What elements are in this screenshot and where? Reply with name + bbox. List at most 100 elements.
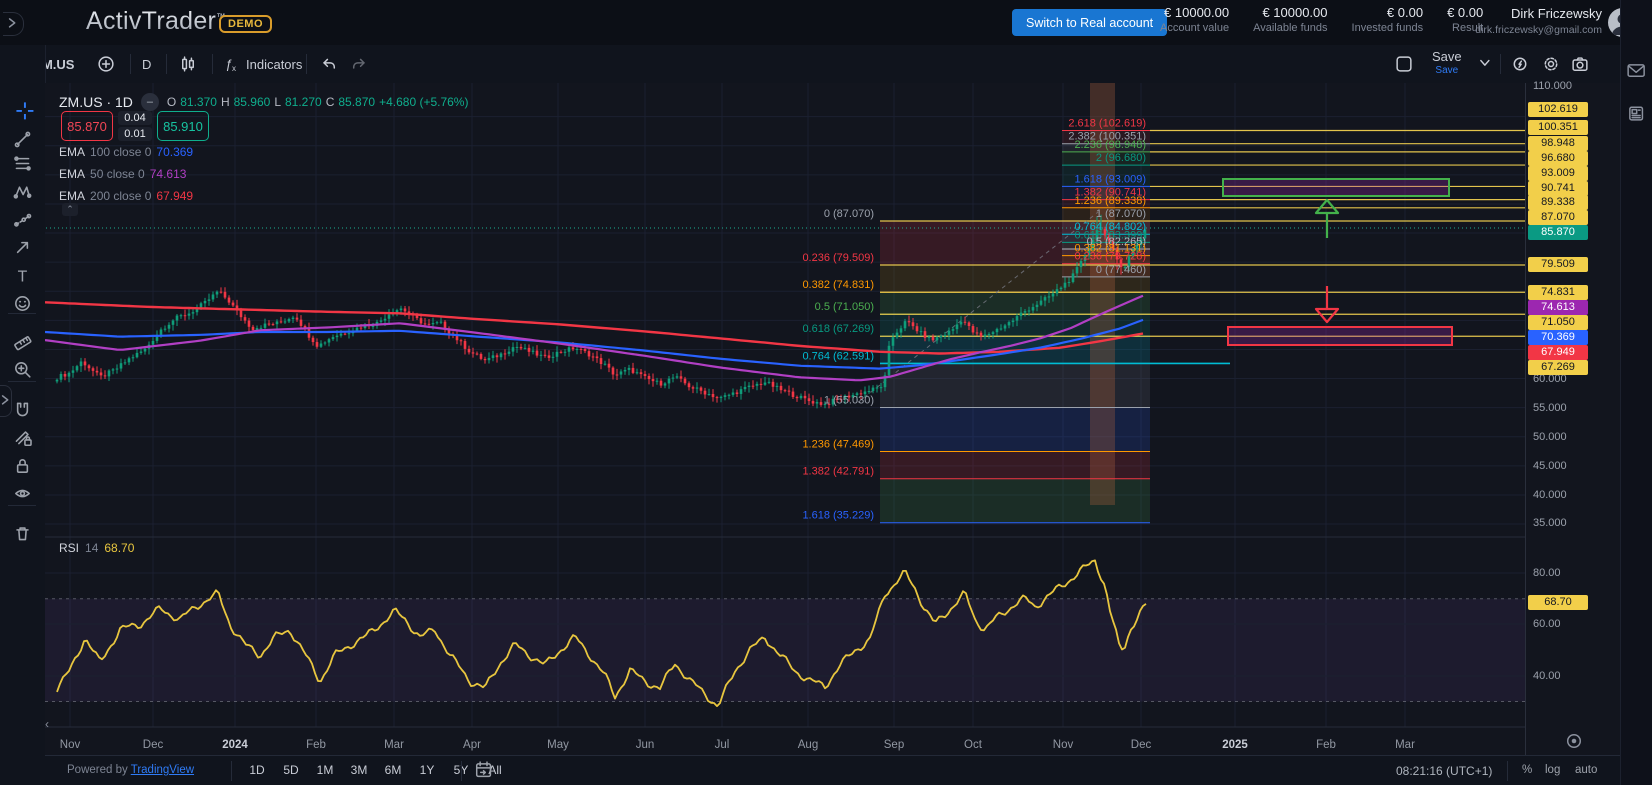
tool-zoom-in-icon[interactable]	[11, 358, 33, 380]
tool-arrow-marker-icon[interactable]	[11, 236, 33, 258]
go-to-date-button[interactable]	[475, 761, 491, 780]
price-axis-label[interactable]: 71.050	[1528, 315, 1588, 330]
range-1y-button[interactable]: 1Y	[413, 760, 441, 780]
legend-collapse-caret[interactable]: ⌃	[62, 203, 78, 216]
auto-scale-button[interactable]: auto	[1575, 764, 1597, 776]
price-axis-label[interactable]: 102.619	[1528, 102, 1588, 117]
ema-legend-row[interactable]: EMA200 close 067.949	[59, 189, 193, 203]
settings-button[interactable]	[1543, 45, 1559, 83]
tool-trend-line-icon[interactable]	[11, 128, 33, 150]
price-axis-label[interactable]: 79.509	[1528, 257, 1588, 272]
price-axis-label[interactable]: 67.949	[1528, 345, 1588, 360]
quick-search-button[interactable]	[1512, 45, 1528, 83]
ema-legend-row[interactable]: EMA50 close 074.613	[59, 167, 193, 181]
save-menu-chevron[interactable]	[1478, 45, 1494, 83]
price-axis-label[interactable]: 98.948	[1528, 136, 1588, 151]
time-axis-label[interactable]: 2025	[1222, 739, 1248, 751]
ema-legend-row[interactable]: EMA100 close 070.369	[59, 145, 193, 159]
price-chart[interactable]: 0 (87.070)0.236 (79.509)0.382 (74.831)0.…	[45, 83, 1525, 755]
buy-button[interactable]: 85.910	[157, 111, 209, 141]
price-axis-label[interactable]: 96.680	[1528, 151, 1588, 166]
price-axis[interactable]: 110.00060.00055.00050.00045.00040.00035.…	[1525, 83, 1621, 755]
tool-xabcd-pattern-icon[interactable]	[11, 180, 33, 202]
tool-remove-drawings-icon[interactable]	[11, 522, 33, 544]
time-axis-label[interactable]: Dec	[143, 739, 164, 751]
price-axis-label[interactable]: 74.831	[1528, 285, 1588, 300]
price-tick: 60.000	[1533, 373, 1567, 385]
stat-value: € 0.00	[1352, 5, 1424, 20]
time-axis-label[interactable]: May	[547, 739, 569, 751]
tradingview-link[interactable]: TradingView	[131, 764, 194, 776]
price-axis-label[interactable]: 85.870	[1528, 225, 1588, 240]
time-axis-label[interactable]: Jun	[636, 739, 655, 751]
price-axis-label[interactable]: 93.009	[1528, 166, 1588, 181]
tool-magnet-icon[interactable]	[11, 398, 33, 420]
account-stats: € 10000.00Account value€ 10000.00Availab…	[1160, 5, 1483, 34]
indicators-button[interactable]: ƒx Indicators	[224, 45, 302, 83]
price-axis-label[interactable]: 87.070	[1528, 210, 1588, 225]
fib-level-label: 0 (87.070)	[824, 208, 874, 220]
time-axis-label[interactable]: Feb	[306, 739, 326, 751]
right-widget-strip	[1620, 0, 1652, 785]
time-axis-label[interactable]: Jul	[715, 739, 730, 751]
tool-forecast-icon[interactable]	[11, 208, 33, 230]
timeframe-button[interactable]: D	[142, 45, 151, 83]
compare-add-button[interactable]	[98, 45, 114, 83]
price-axis-label[interactable]: 89.338	[1528, 195, 1588, 210]
time-axis-label[interactable]: Mar	[1395, 739, 1415, 751]
chart-style-button[interactable]	[180, 45, 196, 83]
tool-measure-icon[interactable]	[11, 330, 33, 352]
fib-level-label: 0.236 (79.728)	[1074, 251, 1146, 263]
range-1m-button[interactable]: 1M	[311, 760, 339, 780]
range-5d-button[interactable]: 5D	[277, 760, 305, 780]
price-axis-label[interactable]: 70.369	[1528, 330, 1588, 345]
tool-fib-retracement-icon[interactable]	[11, 152, 33, 174]
tool-hide-drawings-icon[interactable]	[11, 482, 33, 504]
price-axis-label[interactable]: 67.269	[1528, 360, 1588, 375]
price-tick: 55.000	[1533, 402, 1567, 414]
sell-button[interactable]: 85.870	[61, 111, 113, 141]
panel-collapse-handle[interactable]: ‹	[45, 717, 49, 731]
time-axis-label[interactable]: Nov	[60, 739, 81, 751]
user-block[interactable]: Dirk Friczewsky dirk.friczewsky@gmail.co…	[1440, 6, 1602, 36]
time-axis-label[interactable]: Mar	[384, 739, 404, 751]
redo-button[interactable]	[352, 45, 368, 83]
footer-separator	[231, 761, 232, 781]
snapshot-button[interactable]	[1572, 45, 1588, 83]
time-axis-label[interactable]: Dec	[1131, 739, 1152, 751]
clock[interactable]: 08:21:16 (UTC+1)	[1396, 764, 1492, 778]
save-button[interactable]: Save Save	[1432, 49, 1462, 76]
messages-button[interactable]	[1627, 62, 1647, 82]
undo-button[interactable]	[320, 45, 336, 83]
tool-drawing-mode-icon[interactable]	[11, 426, 33, 448]
time-axis-label[interactable]: Apr	[463, 739, 481, 751]
tool-text-icon[interactable]: T	[11, 264, 33, 286]
range-1d-button[interactable]: 1D	[243, 760, 271, 780]
tool-crosshair-icon[interactable]	[11, 97, 33, 119]
fib-level-label: 1.236 (47.469)	[802, 438, 874, 450]
time-axis-label[interactable]: Sep	[884, 739, 904, 751]
tool-lock-drawings-icon[interactable]	[11, 454, 33, 476]
multichart-checkbox[interactable]	[1396, 45, 1412, 83]
time-axis-label[interactable]: 2024	[222, 739, 248, 751]
sidebar-collapse-handle[interactable]	[0, 385, 12, 417]
news-icon	[1627, 105, 1643, 121]
price-axis-label[interactable]: 100.351	[1528, 120, 1588, 135]
top-header: ActivTrader™ DEMO Switch to Real account…	[0, 0, 1652, 46]
scroll-to-realtime-icon[interactable]	[1566, 733, 1582, 754]
time-axis-label[interactable]: Nov	[1053, 739, 1074, 751]
account-stat: € 0.00Invested funds	[1352, 5, 1424, 34]
price-axis-label[interactable]: 90.741	[1528, 181, 1588, 196]
panel-expand-button[interactable]	[3, 12, 24, 36]
tool-emoji-icon[interactable]	[11, 292, 33, 314]
time-axis-label[interactable]: Oct	[964, 739, 983, 751]
percent-scale-button[interactable]: %	[1522, 764, 1532, 776]
time-axis-label[interactable]: Feb	[1316, 739, 1336, 751]
switch-to-real-button[interactable]: Switch to Real account	[1012, 9, 1167, 36]
range-3m-button[interactable]: 3M	[345, 760, 373, 780]
log-scale-button[interactable]: log	[1545, 764, 1560, 776]
time-axis-label[interactable]: Aug	[798, 739, 818, 751]
news-button[interactable]	[1627, 105, 1647, 125]
price-axis-label[interactable]: 74.613	[1528, 300, 1588, 315]
range-6m-button[interactable]: 6M	[379, 760, 407, 780]
